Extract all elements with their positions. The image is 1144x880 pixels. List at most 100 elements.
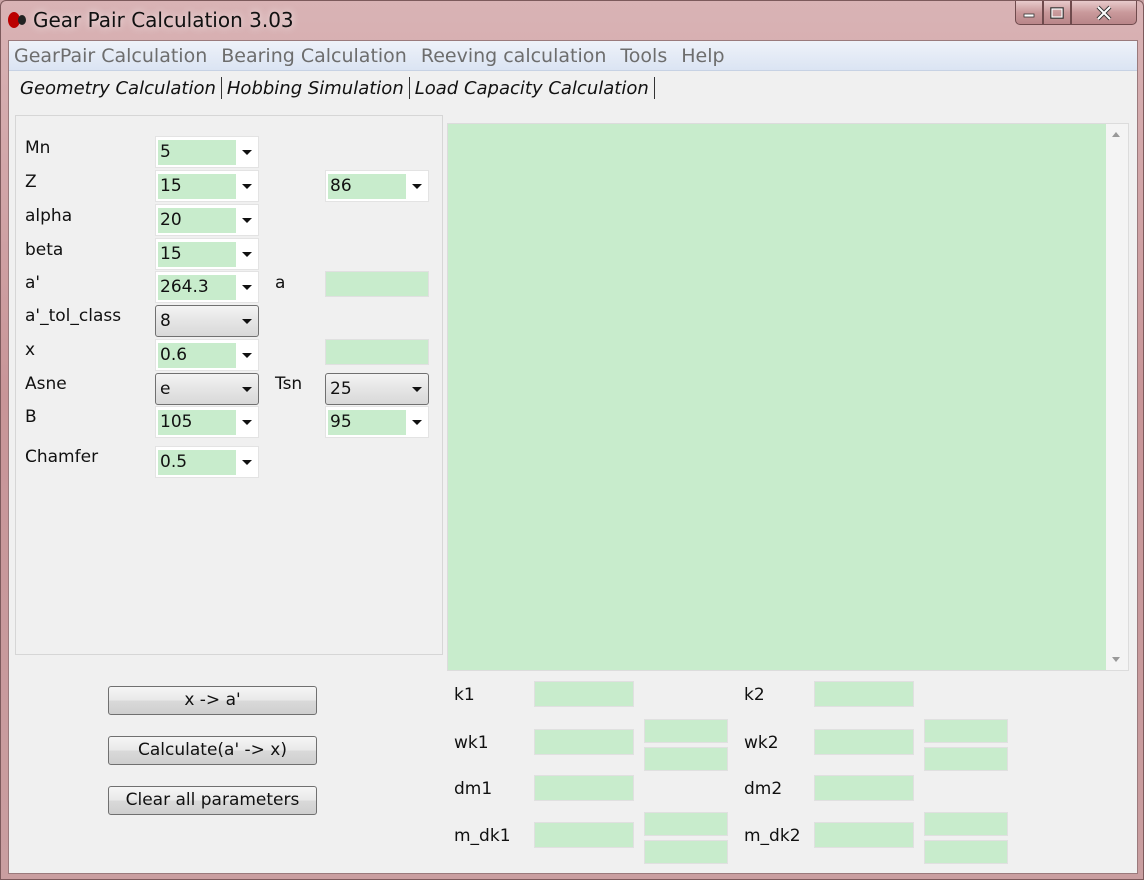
dropdown-arrow-icon[interactable]: [242, 353, 252, 358]
results-panel: k1 k2 wk1 wk2 dm1 dm2 m_dk1 m_dk2: [443, 675, 1133, 871]
m-dk2-field[interactable]: [814, 822, 914, 848]
b-label: B: [25, 407, 37, 427]
z2-value[interactable]: 86: [328, 174, 406, 199]
dm2-field[interactable]: [814, 775, 914, 801]
m-dk1-upper-field[interactable]: [644, 812, 728, 836]
a-prime-combo[interactable]: 264.3: [155, 271, 259, 303]
a-tol-class-value[interactable]: 8: [158, 309, 244, 334]
window-title: Gear Pair Calculation 3.03: [33, 8, 294, 32]
m-dk2-label: m_dk2: [744, 826, 801, 846]
x-label: x: [25, 340, 36, 360]
x-result-field[interactable]: [325, 339, 429, 365]
scroll-up-icon[interactable]: [1112, 132, 1120, 137]
maximize-icon: [1050, 6, 1064, 19]
tab-hobbing-simulation[interactable]: Hobbing Simulation: [224, 78, 407, 99]
z-label: Z: [25, 172, 37, 192]
k2-field[interactable]: [814, 681, 914, 707]
m-dk1-lower-field[interactable]: [644, 840, 728, 864]
mn-value[interactable]: 5: [158, 140, 236, 165]
beta-label: beta: [25, 240, 64, 260]
mn-combo[interactable]: 5: [155, 136, 259, 168]
b2-combo[interactable]: 95: [325, 406, 429, 438]
m-dk2-lower-field[interactable]: [924, 840, 1008, 864]
dropdown-arrow-icon[interactable]: [412, 184, 422, 189]
tab-load-capacity-calculation[interactable]: Load Capacity Calculation: [412, 78, 652, 99]
title-bar[interactable]: Gear Pair Calculation 3.03: [1, 1, 1144, 39]
menu-gearpair-calculation[interactable]: GearPair Calculation: [14, 45, 207, 67]
dm1-field[interactable]: [534, 775, 634, 801]
dropdown-arrow-icon[interactable]: [242, 387, 252, 392]
a-tol-class-dropdown[interactable]: 8: [155, 305, 259, 337]
dropdown-arrow-icon[interactable]: [412, 387, 422, 392]
m-dk2-upper-field[interactable]: [924, 812, 1008, 836]
dropdown-arrow-icon[interactable]: [242, 218, 252, 223]
z2-combo[interactable]: 86: [325, 170, 429, 202]
wk2-upper-field[interactable]: [924, 719, 1008, 743]
beta-combo[interactable]: 15: [155, 238, 259, 270]
menu-bearing-calculation[interactable]: Bearing Calculation: [221, 45, 407, 67]
wk1-lower-field[interactable]: [644, 747, 728, 771]
wk1-field[interactable]: [534, 729, 634, 755]
m-dk1-field[interactable]: [534, 822, 634, 848]
scroll-down-icon[interactable]: [1112, 657, 1120, 662]
z1-value[interactable]: 15: [158, 174, 236, 199]
dropdown-arrow-icon[interactable]: [242, 319, 252, 324]
vertical-scrollbar[interactable]: [1106, 124, 1128, 670]
calculate-button[interactable]: Calculate(a' -> x): [108, 736, 317, 765]
dropdown-arrow-icon[interactable]: [242, 252, 252, 257]
tab-separator: [220, 77, 222, 99]
m-dk1-label: m_dk1: [454, 826, 511, 846]
dropdown-arrow-icon[interactable]: [242, 420, 252, 425]
tsn-dropdown[interactable]: 25: [325, 373, 429, 405]
tab-strip: Geometry Calculation Hobbing Simulation …: [17, 75, 657, 101]
b2-value[interactable]: 95: [328, 410, 406, 435]
dropdown-arrow-icon[interactable]: [412, 420, 422, 425]
menu-tools[interactable]: Tools: [620, 45, 667, 67]
chamfer-combo[interactable]: 0.5: [155, 446, 259, 478]
b1-value[interactable]: 105: [158, 410, 236, 435]
beta-value[interactable]: 15: [158, 242, 236, 267]
dropdown-arrow-icon[interactable]: [242, 285, 252, 290]
wk1-upper-field[interactable]: [644, 719, 728, 743]
clear-all-parameters-button[interactable]: Clear all parameters: [108, 786, 317, 815]
dropdown-arrow-icon[interactable]: [242, 184, 252, 189]
dropdown-arrow-icon[interactable]: [242, 150, 252, 155]
tab-geometry-calculation[interactable]: Geometry Calculation: [17, 78, 219, 99]
dm2-label: dm2: [744, 779, 783, 799]
asne-dropdown[interactable]: e: [155, 373, 259, 405]
output-text-area[interactable]: [447, 123, 1129, 671]
close-button[interactable]: [1071, 1, 1137, 25]
alpha-value[interactable]: 20: [158, 208, 236, 233]
wk2-lower-field[interactable]: [924, 747, 1008, 771]
menu-help[interactable]: Help: [681, 45, 724, 67]
chamfer-value[interactable]: 0.5: [158, 450, 236, 475]
x-combo[interactable]: 0.6: [155, 339, 259, 371]
output-content[interactable]: [448, 124, 1106, 670]
wk2-label: wk2: [744, 733, 779, 753]
b1-combo[interactable]: 105: [155, 406, 259, 438]
k2-label: k2: [744, 685, 765, 705]
minimize-button[interactable]: [1015, 1, 1043, 25]
k1-field[interactable]: [534, 681, 634, 707]
x-to-a-button[interactable]: x -> a': [108, 686, 317, 715]
app-window: Gear Pair Calculation 3.03 GearPair Calc…: [0, 0, 1144, 880]
alpha-label: alpha: [25, 206, 73, 226]
x-value[interactable]: 0.6: [158, 343, 236, 368]
asne-value[interactable]: e: [158, 377, 244, 402]
tab-separator: [408, 77, 410, 99]
a-field[interactable]: [325, 271, 429, 297]
wk2-field[interactable]: [814, 729, 914, 755]
alpha-combo[interactable]: 20: [155, 204, 259, 236]
client-area: GearPair Calculation Bearing Calculation…: [8, 40, 1138, 874]
tsn-value[interactable]: 25: [328, 377, 414, 402]
close-icon: [1096, 5, 1112, 20]
maximize-button[interactable]: [1043, 1, 1071, 25]
menu-reeving-calculation[interactable]: Reeving calculation: [421, 45, 607, 67]
tab-separator: [653, 77, 655, 99]
gear-app-icon: [8, 12, 26, 28]
z1-combo[interactable]: 15: [155, 170, 259, 202]
dropdown-arrow-icon[interactable]: [242, 460, 252, 465]
a-prime-label: a': [25, 273, 41, 293]
a-prime-value[interactable]: 264.3: [158, 275, 236, 300]
tsn-label: Tsn: [275, 374, 303, 394]
